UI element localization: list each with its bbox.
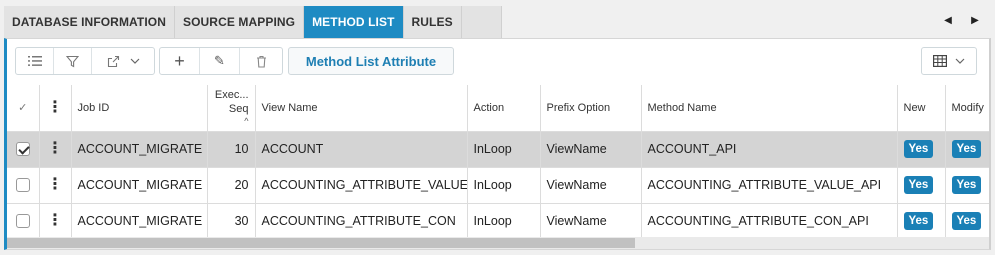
method-list-table: ✓ ⋮ Job ID Exec... Seq ^ View Name Actio… xyxy=(7,85,989,237)
cell-prefix-option[interactable]: ViewName xyxy=(540,131,642,168)
cell-method-name[interactable]: ACCOUNT_API xyxy=(641,131,898,168)
method-list-attribute-button[interactable]: Method List Attribute xyxy=(288,47,454,75)
row-checkbox-cell[interactable] xyxy=(7,203,40,237)
cell-exec-seq[interactable]: 10 xyxy=(207,131,256,168)
column-view-name[interactable]: View Name xyxy=(255,85,468,132)
tab-source-mapping[interactable]: SOURCE MAPPING xyxy=(175,6,305,38)
cell-modify[interactable]: Yes xyxy=(945,167,989,204)
yes-badge: Yes xyxy=(951,212,982,230)
horizontal-scrollbar[interactable] xyxy=(7,237,989,249)
select-all-header[interactable]: ✓ xyxy=(7,85,40,132)
tab-list: DATABASE INFORMATION SOURCE MAPPING METH… xyxy=(4,6,502,38)
cell-exec-seq[interactable]: 30 xyxy=(207,203,256,237)
cell-prefix-option[interactable]: ViewName xyxy=(540,167,642,204)
column-job-id[interactable]: Job ID xyxy=(71,85,208,132)
row-menu-icon[interactable]: ⋮ xyxy=(39,167,72,204)
edit-icon[interactable]: ✎ xyxy=(200,48,240,74)
tab-method-list[interactable]: METHOD LIST xyxy=(304,6,404,38)
row-checkbox-cell[interactable] xyxy=(7,167,40,204)
export-icon xyxy=(107,55,120,68)
cell-method-name[interactable]: ACCOUNTING_ATTRIBUTE_VALUE_API xyxy=(641,167,898,204)
method-list-grid: ✓ ⋮ Job ID Exec... Seq ^ View Name Actio… xyxy=(7,85,989,237)
cell-job-id[interactable]: ACCOUNT_MIGRATE xyxy=(71,203,208,237)
list-icon[interactable] xyxy=(16,48,54,74)
scrollbar-thumb[interactable] xyxy=(7,238,635,248)
table-row[interactable]: ⋮ ACCOUNT_MIGRATE 20 ACCOUNTING_ATTRIBUT… xyxy=(7,167,989,204)
column-exec-seq[interactable]: Exec... Seq ^ xyxy=(207,85,256,132)
edit-tools-group: + ✎ xyxy=(159,47,283,75)
row-menu-icon[interactable]: ⋮ xyxy=(39,131,72,168)
delete-icon[interactable] xyxy=(240,48,282,74)
yes-badge: Yes xyxy=(951,176,982,194)
yes-badge: Yes xyxy=(951,140,982,158)
column-modify[interactable]: Modify xyxy=(945,85,989,132)
cell-prefix-option[interactable]: ViewName xyxy=(540,203,642,237)
yes-badge: Yes xyxy=(903,140,934,158)
method-list-panel: + ✎ Method List Attribute ✓ ⋮ Job ID Exe… xyxy=(4,38,991,250)
cell-method-name[interactable]: ACCOUNTING_ATTRIBUTE_CON_API xyxy=(641,203,898,237)
cell-view-name[interactable]: ACCOUNT xyxy=(255,131,468,168)
toolbar: + ✎ Method List Attribute xyxy=(7,39,989,85)
row-checkbox[interactable] xyxy=(15,214,30,229)
tab-rules[interactable]: RULES xyxy=(403,6,462,38)
cell-view-name[interactable]: ACCOUNTING_ATTRIBUTE_CON xyxy=(255,203,468,237)
table-row[interactable]: ⋮ ACCOUNT_MIGRATE 30 ACCOUNTING_ATTRIBUT… xyxy=(7,203,989,237)
column-exec-seq-line1: Exec... xyxy=(214,88,249,101)
yes-badge: Yes xyxy=(903,212,934,230)
cell-new[interactable]: Yes xyxy=(897,167,946,204)
view-tools-group xyxy=(15,47,155,75)
caret-right-icon[interactable]: ▶ xyxy=(965,8,985,32)
cell-action[interactable]: InLoop xyxy=(467,131,541,168)
cell-job-id[interactable]: ACCOUNT_MIGRATE xyxy=(71,131,208,168)
header-row: ✓ ⋮ Job ID Exec... Seq ^ View Name Actio… xyxy=(7,85,989,132)
column-prefix-option[interactable]: Prefix Option xyxy=(540,85,642,132)
caret-left-icon[interactable]: ◀ xyxy=(938,8,958,32)
row-checkbox-cell[interactable] xyxy=(7,131,40,168)
cell-modify[interactable]: Yes xyxy=(945,131,989,168)
cell-job-id[interactable]: ACCOUNT_MIGRATE xyxy=(71,167,208,204)
tab-strip-filler xyxy=(461,6,502,38)
yes-badge: Yes xyxy=(903,176,934,194)
table-view-toggle[interactable] xyxy=(922,48,976,74)
table-view-icon xyxy=(933,55,947,67)
export-button[interactable] xyxy=(92,48,154,74)
cell-view-name[interactable]: ACCOUNTING_ATTRIBUTE_VALUE xyxy=(255,167,468,204)
row-checkbox[interactable] xyxy=(15,178,30,193)
sort-ascending-icon: ^ xyxy=(244,115,249,126)
cell-action[interactable]: InLoop xyxy=(467,167,541,204)
cell-new[interactable]: Yes xyxy=(897,131,946,168)
row-checkbox[interactable] xyxy=(15,142,30,157)
column-action[interactable]: Action xyxy=(467,85,541,132)
cell-exec-seq[interactable]: 20 xyxy=(207,167,256,204)
table-view-button[interactable] xyxy=(921,47,977,75)
cell-new[interactable]: Yes xyxy=(897,203,946,237)
row-menu-icon[interactable]: ⋮ xyxy=(39,203,72,237)
cell-action[interactable]: InLoop xyxy=(467,203,541,237)
header-menu-icon[interactable]: ⋮ xyxy=(39,85,72,132)
add-icon[interactable]: + xyxy=(160,48,200,74)
filter-icon[interactable] xyxy=(54,48,92,74)
table-row[interactable]: ⋮ ACCOUNT_MIGRATE 10 ACCOUNT InLoop View… xyxy=(7,131,989,168)
tab-bar: DATABASE INFORMATION SOURCE MAPPING METH… xyxy=(0,0,995,38)
column-new[interactable]: New xyxy=(897,85,946,132)
chevron-down-icon xyxy=(955,58,965,64)
chevron-down-icon xyxy=(130,58,140,64)
column-method-name[interactable]: Method Name xyxy=(641,85,898,132)
tab-database-information[interactable]: DATABASE INFORMATION xyxy=(4,6,175,38)
cell-modify[interactable]: Yes xyxy=(945,203,989,237)
